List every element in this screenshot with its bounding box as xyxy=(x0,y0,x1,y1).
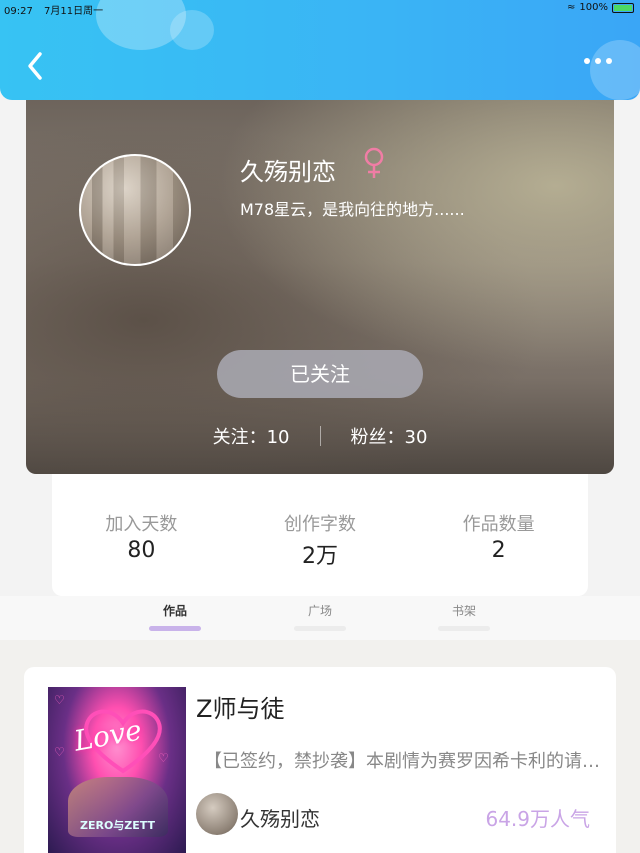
tab-indicator xyxy=(438,626,490,631)
cover-caption: ZERO与ZETT xyxy=(80,819,156,832)
decor-bubble xyxy=(170,10,214,50)
heart-icon: ♡ xyxy=(158,751,169,765)
follow-counts: 关注：10 粉丝：30 xyxy=(26,423,614,449)
avatar-scribble xyxy=(104,178,110,192)
stat-label: 创作字数 xyxy=(284,514,356,535)
profile-bio: M78星云，是我向往的地方...... xyxy=(240,200,465,219)
top-nav-bar: 09:27 7月11日周一 ≈ 100% xyxy=(0,0,640,100)
status-time: 09:27 xyxy=(4,6,33,17)
status-bar-right: ≈ 100% xyxy=(567,2,634,13)
work-title[interactable]: Z师与徒 xyxy=(196,689,284,724)
author-name[interactable]: 久殇别恋 xyxy=(240,803,320,832)
stat-label: 作品数量 xyxy=(462,514,535,535)
profile-avatar[interactable] xyxy=(79,154,191,266)
status-bar-left: 09:27 7月11日周一 xyxy=(4,2,103,17)
stat-value: 80 xyxy=(127,538,156,563)
author-avatar[interactable] xyxy=(196,793,238,835)
profile-tabs: 作品 广场 书架 xyxy=(0,596,640,640)
work-description: 【已签约，禁抄袭】本剧情为赛罗因希卡利的请求…… xyxy=(204,751,600,772)
battery-percent: 100% xyxy=(579,2,608,13)
tab-indicator-active xyxy=(149,626,201,631)
heart-icon: ♡ xyxy=(54,745,65,759)
profile-header: 久殇别恋 M78星云，是我向往的地方...... 已关注 关注：10 粉丝：30 xyxy=(26,90,614,474)
battery-icon xyxy=(612,2,634,13)
back-icon[interactable] xyxy=(22,46,48,86)
stat-word-count: 创作字数 2万 xyxy=(231,474,410,596)
stat-join-days: 加入天数 80 xyxy=(52,474,231,596)
status-date: 7月11日周一 xyxy=(44,6,104,17)
work-card[interactable]: Love ♡ ♡ ♡ ZERO与ZETT Z师与徒 【已签约，禁抄袭】本剧情为赛… xyxy=(24,667,616,853)
tab-bookshelf[interactable]: 书架 xyxy=(434,602,494,619)
work-cover-image[interactable]: Love ♡ ♡ ♡ ZERO与ZETT xyxy=(48,687,186,853)
followers-count[interactable]: 粉丝：30 xyxy=(321,423,458,449)
following-count[interactable]: 关注：10 xyxy=(183,423,320,449)
stat-works-count: 作品数量 2 xyxy=(409,474,588,596)
popularity-count: 64.9万人气 xyxy=(485,807,590,831)
tab-square[interactable]: 广场 xyxy=(290,602,350,619)
stats-card: 加入天数 80 创作字数 2万 作品数量 2 xyxy=(52,474,588,596)
profile-name: 久殇别恋 xyxy=(240,158,336,186)
stat-label: 加入天数 xyxy=(105,514,178,535)
stat-value: 2万 xyxy=(302,544,338,569)
heart-icon: ♡ xyxy=(54,693,65,707)
wifi-icon: ≈ xyxy=(567,2,576,13)
female-icon xyxy=(360,146,388,180)
decor-bubble xyxy=(590,40,640,100)
follow-button[interactable]: 已关注 xyxy=(217,350,423,398)
tab-works[interactable]: 作品 xyxy=(145,602,205,619)
tab-indicator xyxy=(294,626,346,631)
more-dots-icon[interactable] xyxy=(584,58,612,64)
stat-value: 2 xyxy=(491,538,506,563)
